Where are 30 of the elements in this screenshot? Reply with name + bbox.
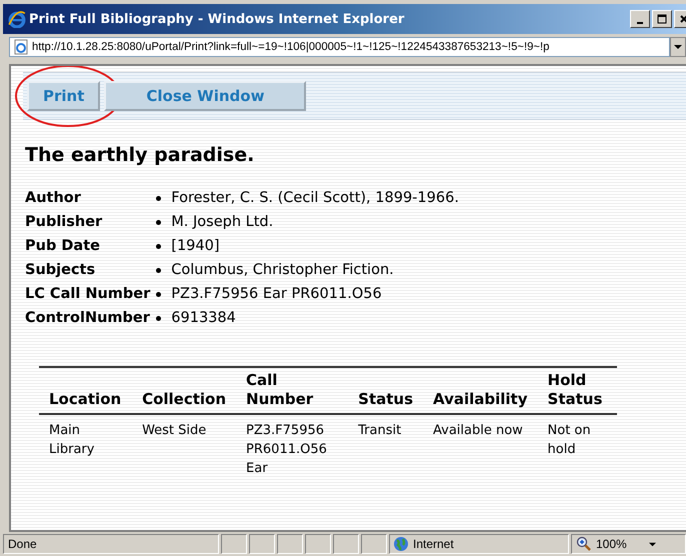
- field-value: M. Joseph Ltd.: [171, 214, 274, 230]
- status-text: Done: [8, 537, 37, 551]
- table-cell: Main Library: [49, 423, 94, 457]
- table-cell: PZ3.F75956 PR6011.O56 Ear: [246, 423, 327, 476]
- column-header: Hold Status: [548, 371, 602, 408]
- field-value: PZ3.F75956 Ear PR6011.O56: [171, 286, 382, 302]
- column-header: Collection: [142, 390, 226, 408]
- column-header: Availability: [433, 390, 528, 408]
- zoom-control[interactable]: 100%: [571, 534, 686, 554]
- field-label: ControlNumber: [25, 310, 150, 326]
- field-value: 6913384: [171, 310, 236, 326]
- field-value: Forester, C. S. (Cecil Scott), 1899-1966.: [171, 190, 459, 206]
- field-label: Author: [25, 190, 81, 206]
- table-cell: Transit: [358, 423, 402, 438]
- column-header: Call Number: [246, 371, 314, 408]
- record-title: The earthly paradise.: [25, 144, 256, 166]
- window-title: Print Full Bibliography - Windows Internet Explorer: [29, 12, 406, 26]
- field-label: Subjects: [25, 262, 96, 278]
- table-cell: West Side: [142, 423, 206, 438]
- table-cell: Available now: [433, 423, 523, 438]
- column-header: Location: [49, 390, 122, 408]
- field-value: [1940]: [171, 238, 220, 254]
- field-label: LC Call Number: [25, 286, 150, 302]
- zone-label: Internet: [413, 537, 454, 551]
- column-header: Status: [358, 390, 414, 408]
- table-cell: Not on hold: [548, 423, 591, 457]
- address-field[interactable]: http://10.1.28.25:8080/uPortal/Print?link=full~=19~!106|000005~!1~!125~!1224543387653213~!5~!9~!p: [9, 37, 670, 57]
- field-label: Publisher: [25, 214, 102, 230]
- field-label: Pub Date: [25, 238, 100, 254]
- field-value: Columbus, Christopher Fiction.: [171, 262, 394, 278]
